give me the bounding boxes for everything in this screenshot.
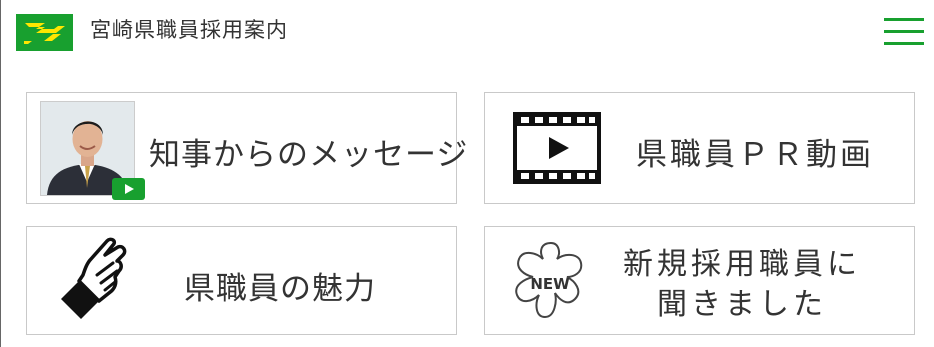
menu-bar [884,42,924,45]
governor-message-card[interactable]: 知事からのメッセージ [26,92,467,204]
new-staff-interview-card[interactable]: NEW 新規採用職員に 聞きました [484,226,915,335]
prefecture-logo-icon[interactable] [16,14,73,51]
film-play-icon [513,112,601,184]
new-badge-text: NEW [530,275,570,293]
menu-bar [884,18,924,21]
site-header: 宮崎県職員採用案内 [0,0,934,66]
card-label: 県職員ＰＲ動画 [636,137,874,173]
video-play-icon [112,178,145,200]
menu-bar [884,30,924,33]
card-label: 県職員の魅力 [184,271,376,307]
site-title[interactable]: 宮崎県職員採用案内 [90,15,288,45]
hamburger-menu-icon[interactable] [884,18,924,46]
new-flower-icon: NEW [515,241,583,319]
attractions-card[interactable]: 県職員の魅力 [26,226,457,335]
card-label: 知事からのメッセージ [149,137,469,173]
card-label: 新規採用職員に 聞きました [623,247,861,322]
pr-video-card[interactable]: 県職員ＰＲ動画 [484,92,915,204]
pointing-hand-icon [61,237,127,319]
